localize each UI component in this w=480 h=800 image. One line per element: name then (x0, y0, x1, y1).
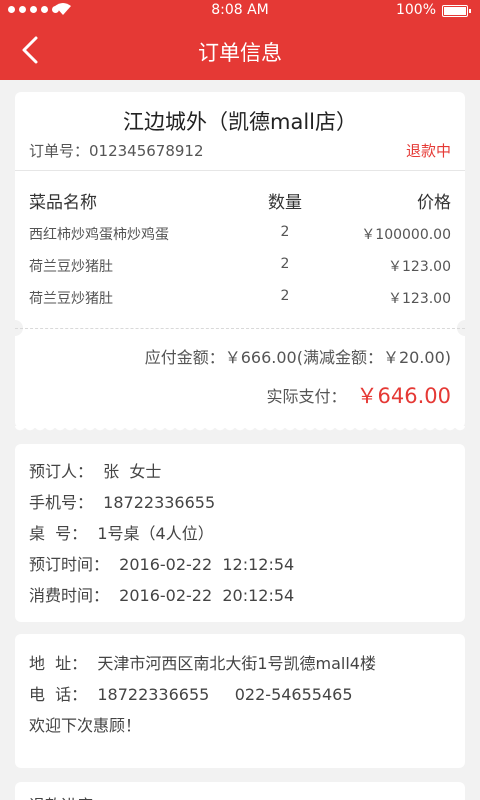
order-status-badge: 退款中 (405, 142, 451, 160)
payable-amount: 应付金额：￥666.00(满减金额：￥20.00) (144, 348, 451, 367)
table-row: 荷兰豆炒猪肚 2 ￥123.00 (29, 288, 451, 318)
booking-time: 预订时间： 2016-02-22 12:12:54 (29, 555, 295, 574)
item-qty: 2 (280, 224, 290, 240)
status-bar: 8:08 AM 100% (0, 0, 480, 22)
actual-payment-label: 实际支付： (266, 387, 347, 406)
shop-phone: 电 话： 18722336655 022-54655465 (29, 685, 353, 704)
dashed-divider (15, 328, 465, 329)
table-row: 西红柿炒鸡蛋柿炒鸡蛋 2 ￥100000.00 (29, 224, 451, 254)
booker-phone: 手机号： 18722336655 (29, 493, 216, 512)
col-header-qty: 数量 (268, 193, 302, 213)
col-header-name: 菜品名称 (29, 193, 97, 213)
item-price: ￥123.00 (388, 259, 451, 275)
order-card: 江边城外（凯德mall店） 订单号：012345678912 退款中 菜品名称 … (7, 92, 473, 434)
col-header-price: 价格 (417, 193, 451, 213)
refund-progress-card: 退款进度： (15, 782, 465, 800)
actual-payment: 实际支付： ￥646.00 (267, 380, 452, 410)
booker-name: 预订人： 张 女士 (29, 462, 162, 481)
battery-percent: 100% (395, 2, 436, 18)
order-number: 订单号：012345678912 (29, 142, 204, 160)
consume-time: 消费时间： 2016-02-22 20:12:54 (29, 586, 295, 605)
item-qty: 2 (280, 288, 290, 304)
page-title: 订单信息 (198, 41, 282, 65)
divider (15, 170, 465, 171)
shop-name: 江边城外（凯德mall店） (123, 110, 357, 134)
shop-info-card: 地 址： 天津市河西区南北大街1号凯德mall4楼 电 话： 187223366… (15, 634, 465, 768)
battery-icon (442, 5, 471, 17)
nav-bar: 订单信息 (0, 22, 480, 80)
item-price: ￥100000.00 (361, 227, 451, 243)
item-name: 西红柿炒鸡蛋柿炒鸡蛋 (29, 227, 169, 243)
item-qty: 2 (280, 256, 290, 272)
item-name: 荷兰豆炒猪肚 (29, 291, 113, 307)
item-name: 荷兰豆炒猪肚 (29, 259, 113, 275)
shop-address: 地 址： 天津市河西区南北大街1号凯德mall4楼 (29, 654, 376, 673)
booking-info-card: 预订人： 张 女士 手机号： 18722336655 桌 号： 1号桌（4人位）… (15, 444, 465, 622)
table-row: 荷兰豆炒猪肚 2 ￥123.00 (29, 256, 451, 286)
zigzag-edge (15, 426, 465, 434)
table-number: 桌 号： 1号桌（4人位） (29, 524, 214, 543)
item-price: ￥123.00 (388, 291, 451, 307)
welcome-message: 欢迎下次惠顾！ (29, 716, 142, 735)
actual-payment-amount: ￥646.00 (356, 384, 451, 408)
refund-progress-label: 退款进度： (29, 792, 109, 800)
